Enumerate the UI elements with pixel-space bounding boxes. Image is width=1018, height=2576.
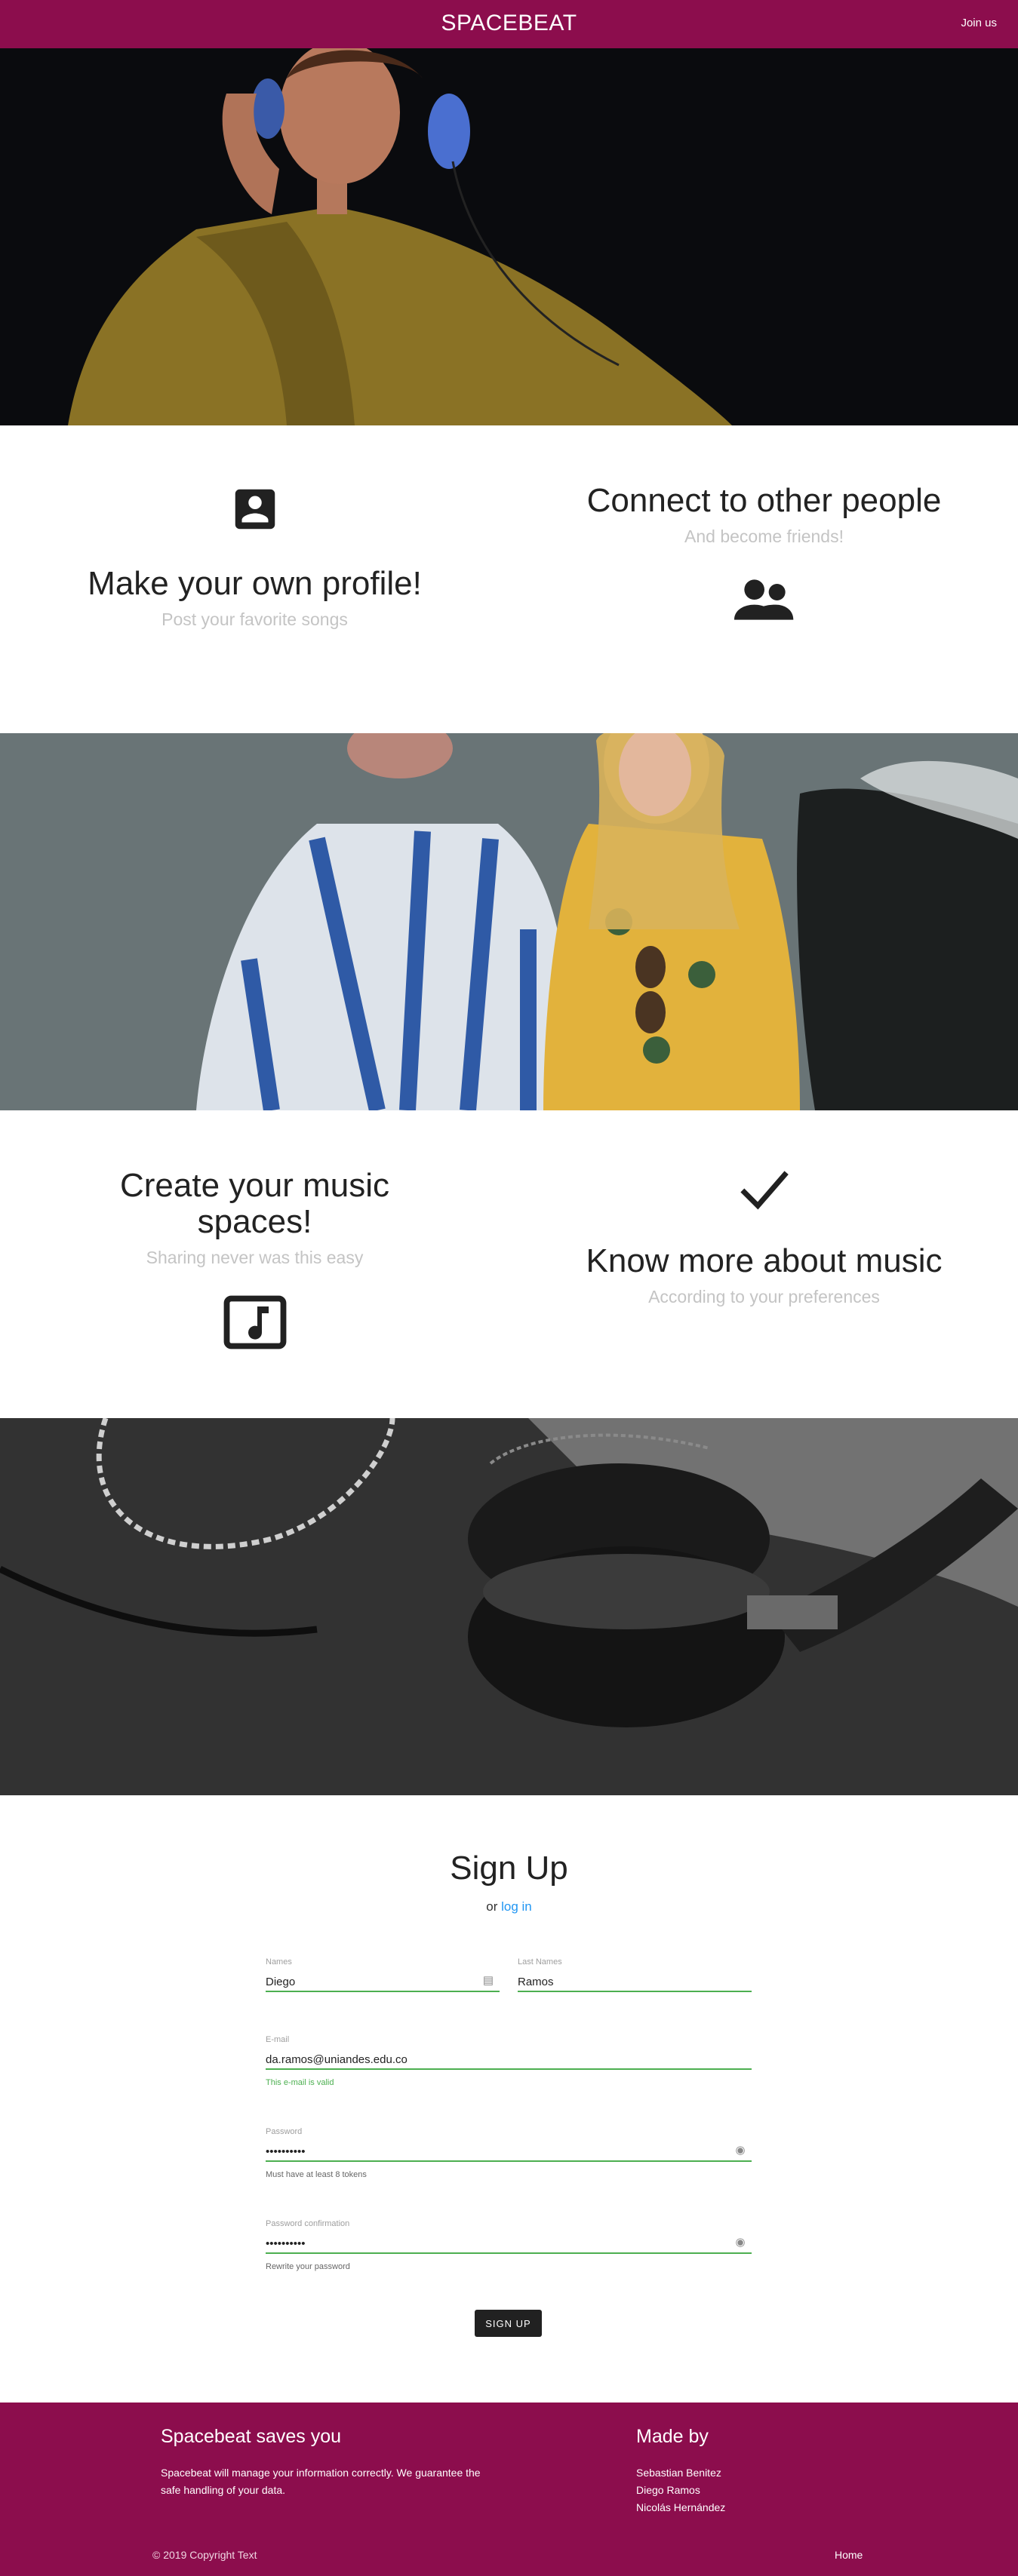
login-link[interactable]: log in <box>501 1899 532 1914</box>
feature-know-subtitle: According to your preferences <box>648 1287 880 1306</box>
footer-about-text: Spacebeat will manage your information c… <box>161 2467 481 2496</box>
footer-home-link[interactable]: Home <box>835 2549 863 2561</box>
brand-logo[interactable]: SPACEBEAT <box>0 11 1018 36</box>
feature-connect: Connect to other people And become frien… <box>585 483 943 622</box>
password-field: Password ◉ Must have at least 8 tokens <box>266 2127 752 2188</box>
password-confirm-input[interactable] <box>266 2234 752 2254</box>
feature-profile-subtitle: Post your favorite songs <box>161 609 348 629</box>
footer: Spacebeat saves you Spacebeat will manag… <box>0 2403 1018 2576</box>
password-input[interactable] <box>266 2142 752 2162</box>
password-helper: Must have at least 8 tokens <box>266 2170 367 2179</box>
copyright-text: © 2019 Copyright Text <box>152 2549 257 2561</box>
email-field: E-mail This e-mail is valid <box>266 2035 752 2095</box>
signup-or-text: or <box>486 1899 498 1914</box>
hero-image-two-women <box>0 733 1018 1110</box>
password-confirm-label: Password confirmation <box>266 2219 350 2228</box>
last-names-field: Last Names <box>518 1957 752 2003</box>
feature-profile: Make your own profile! Post your favorit… <box>75 483 434 630</box>
navbar: SPACEBEAT Join us <box>0 0 1018 48</box>
account-box-icon <box>229 483 281 536</box>
feature-spaces-title: Create your music spaces! <box>119 1167 389 1240</box>
sign-up-button[interactable]: SIGN UP <box>475 2310 542 2337</box>
author-name: Sebastian Benitez <box>636 2467 721 2479</box>
feature-profile-title: Make your own profile! <box>88 565 422 602</box>
feature-know-title: Know more about music <box>586 1242 943 1279</box>
author-name: Diego Ramos <box>636 2484 700 2496</box>
join-us-link[interactable]: Join us <box>961 17 997 29</box>
feature-connect-subtitle: And become friends! <box>684 527 844 546</box>
hero-image-woman-headphones <box>0 48 1018 425</box>
signup-or-login: or log in <box>0 1899 1018 1914</box>
visibility-toggle-icon[interactable]: ◉ <box>734 2144 747 2157</box>
email-input[interactable] <box>266 2050 752 2070</box>
last-names-input[interactable] <box>518 1973 752 1992</box>
contact-card-icon: ▤ <box>482 1974 494 1987</box>
email-label: E-mail <box>266 2035 290 2044</box>
footer-about-title: Spacebeat saves you <box>161 2426 342 2447</box>
music-note-box-icon <box>223 1295 287 1349</box>
author-name: Nicolás Hernández <box>636 2501 726 2513</box>
names-input[interactable] <box>266 1973 500 1992</box>
names-label: Names <box>266 1957 292 1967</box>
footer-authors: Sebastian Benitez Diego Ramos Nicolás He… <box>636 2464 725 2516</box>
signup-title: Sign Up <box>450 1850 568 1887</box>
feature-know: Know more about music According to your … <box>585 1168 943 1307</box>
footer-made-title: Made by <box>636 2426 709 2447</box>
last-names-label: Last Names <box>518 1957 562 1967</box>
feature-spaces-subtitle: Sharing never was this easy <box>146 1248 364 1267</box>
check-icon <box>738 1168 791 1213</box>
password-confirm-helper: Rewrite your password <box>266 2262 350 2271</box>
feature-spaces: Create your music spaces! Sharing never … <box>75 1168 434 1349</box>
visibility-toggle-icon[interactable]: ◉ <box>734 2236 747 2249</box>
names-field: Names ▤ <box>266 1957 500 2003</box>
password-label: Password <box>266 2127 303 2136</box>
password-confirm-field: Password confirmation ◉ Rewrite your pas… <box>266 2219 752 2280</box>
people-icon <box>734 577 795 622</box>
hero-image-headphones <box>0 1418 1018 1795</box>
email-valid-helper: This e-mail is valid <box>266 2078 334 2087</box>
feature-connect-title: Connect to other people <box>586 482 942 519</box>
